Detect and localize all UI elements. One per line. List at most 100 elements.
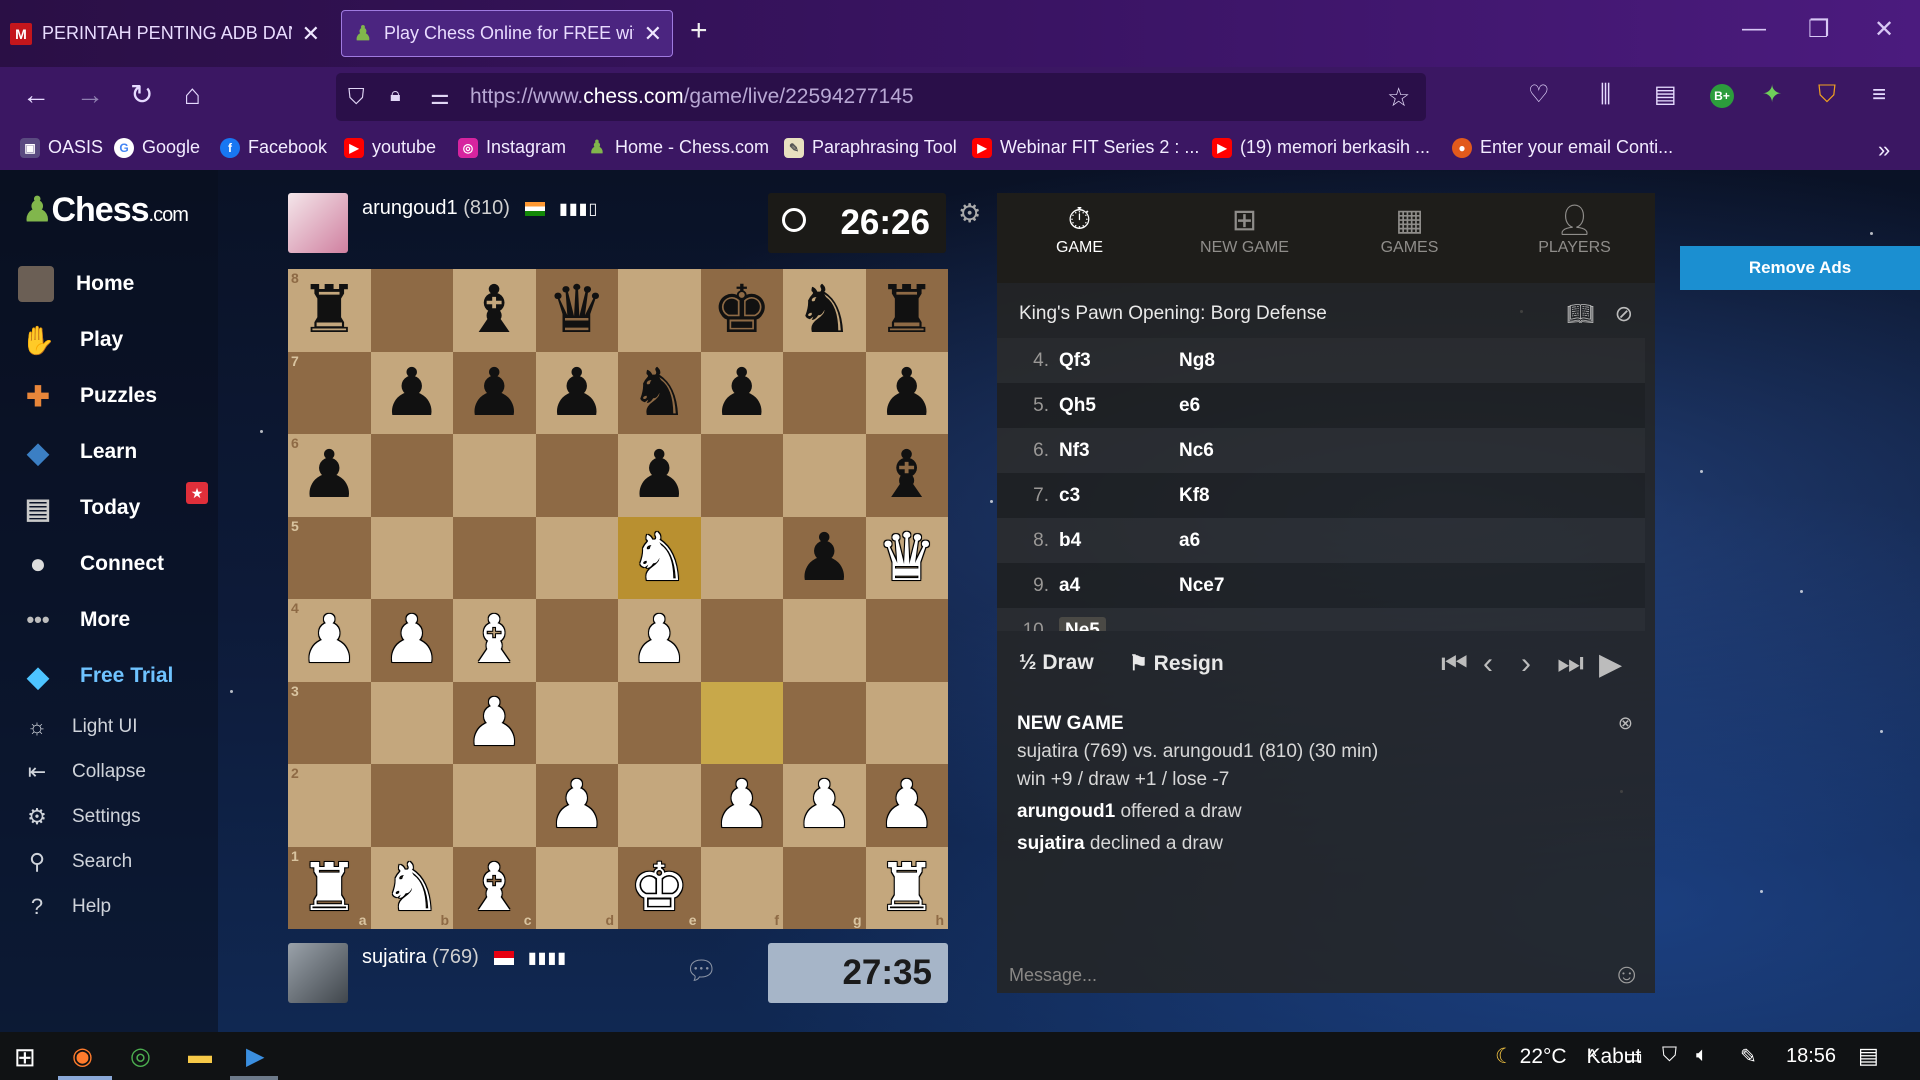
square-c8[interactable]: ♝ xyxy=(453,269,536,352)
url-text[interactable]: https://www.chess.com/game/live/22594277… xyxy=(470,85,914,109)
menu-icon[interactable]: ≡ xyxy=(1872,80,1886,110)
black-pawn-icon[interactable]: ♟ xyxy=(795,524,854,591)
square-g1[interactable]: g xyxy=(783,846,866,929)
square-b6[interactable] xyxy=(370,434,453,517)
square-e7[interactable]: ♞ xyxy=(618,351,701,434)
sidebar-item-puzzles[interactable]: ✚ Puzzles xyxy=(18,378,157,414)
white-pawn-icon[interactable]: ♟ xyxy=(382,607,441,673)
black-pawn-icon[interactable]: ♟ xyxy=(547,359,606,426)
black-rook-icon[interactable]: ♜ xyxy=(877,277,936,343)
square-f7[interactable]: ♟ xyxy=(700,351,783,434)
log-username[interactable]: sujatira xyxy=(1017,833,1085,854)
network-icon[interactable]: ▭ xyxy=(1624,1044,1643,1069)
black-move[interactable]: Nc6 xyxy=(1179,440,1299,462)
white-pawn-icon[interactable]: ♟ xyxy=(630,607,689,673)
square-c2[interactable] xyxy=(453,764,536,847)
square-d3[interactable] xyxy=(535,681,618,764)
square-h1[interactable]: h ♜ xyxy=(865,846,948,929)
square-b5[interactable] xyxy=(370,516,453,599)
volume-icon[interactable]: 🔈︎ xyxy=(1696,1044,1708,1067)
square-d7[interactable]: ♟ xyxy=(535,351,618,434)
sidebar-item-learn[interactable]: ◆ Learn xyxy=(18,434,137,470)
square-g4[interactable] xyxy=(783,599,866,682)
chrome-taskbar-icon[interactable]: ◎ xyxy=(130,1042,151,1071)
white-rook-icon[interactable]: ♜ xyxy=(300,854,359,921)
white-pawn-icon[interactable]: ♟ xyxy=(795,772,854,838)
black-move[interactable]: Kf8 xyxy=(1179,485,1299,507)
bookmark-webinar[interactable]: ▶ Webinar FIT Series 2 : ... xyxy=(972,137,1199,158)
sidebar-item-play[interactable]: ✋ Play xyxy=(18,322,124,358)
avatar[interactable] xyxy=(288,943,348,1003)
square-g2[interactable]: ♟ xyxy=(783,764,866,847)
white-move[interactable]: Qf3 xyxy=(1059,350,1179,372)
white-queen-icon[interactable]: ♛ xyxy=(877,524,936,591)
back-icon[interactable]: ← xyxy=(22,80,50,110)
sidebar-light-ui[interactable]: ☼ Light UI xyxy=(22,714,138,740)
square-a7[interactable]: 7 xyxy=(288,351,371,434)
sidebar-item-home[interactable]: Home xyxy=(18,266,134,302)
play-icon[interactable]: ▶ xyxy=(1599,647,1622,682)
firefox-taskbar-icon[interactable]: ◉ xyxy=(72,1042,93,1071)
square-g8[interactable]: ♞ xyxy=(783,269,866,352)
square-g6[interactable] xyxy=(783,434,866,517)
white-pawn-icon[interactable]: ♟ xyxy=(300,607,359,673)
reader-view-icon[interactable]: ▤ xyxy=(1654,80,1677,110)
black-queen-icon[interactable]: ♛ xyxy=(547,277,606,343)
sidebar-item-more[interactable]: ••• More xyxy=(18,602,130,638)
opening-name[interactable]: King's Pawn Opening: Borg Defense xyxy=(1019,303,1327,325)
black-move[interactable]: a6 xyxy=(1179,530,1299,552)
square-d5[interactable] xyxy=(535,516,618,599)
emoji-icon[interactable]: ☺ xyxy=(1612,958,1641,990)
bottom-player-info[interactable]: sujatira (769) ▮▮▮▮ xyxy=(362,946,567,969)
chevron-up-icon[interactable]: ^ xyxy=(1588,1046,1596,1067)
tab-games[interactable]: ▦ GAMES xyxy=(1327,193,1492,283)
square-c1[interactable]: c ♝ xyxy=(453,846,536,929)
tab-players[interactable]: 👤︎ PLAYERS xyxy=(1492,193,1657,283)
square-f5[interactable] xyxy=(700,516,783,599)
square-a5[interactable]: 5 xyxy=(288,516,371,599)
chess-board[interactable]: 8 ♜ ♝ ♛ ♚ ♞ ♜ 7 ♟ ♟ ♟ ♞ ♟ ♟ 6 ♟ ♟ ♝ 5 ♞ ♟ ♛ 4 ♟ ♟ ♝ ♟ 3 ♟ 2 ♟ ♟ ♟ ♟ 1 a ♜ b ♞ c… xyxy=(288,269,948,929)
square-e5[interactable]: ♞ xyxy=(618,516,701,599)
square-h7[interactable]: ♟ xyxy=(865,351,948,434)
white-pawn-icon[interactable]: ♟ xyxy=(547,772,606,838)
profile-badge-icon[interactable]: B+ xyxy=(1710,84,1734,108)
square-d4[interactable] xyxy=(535,599,618,682)
square-a1[interactable]: 1 a ♜ xyxy=(288,846,371,929)
top-player-info[interactable]: arungoud1 (810) ▮▮▮▯ xyxy=(362,197,598,220)
white-king-icon[interactable]: ♚ xyxy=(630,854,689,921)
extension-icon[interactable]: ✦ xyxy=(1762,80,1782,110)
white-bishop-icon[interactable]: ♝ xyxy=(465,607,524,673)
previous-move-icon[interactable]: ‹ xyxy=(1483,647,1493,681)
next-move-icon[interactable]: › xyxy=(1521,647,1531,681)
library-icon[interactable]: ⫼ xyxy=(1600,80,1611,110)
black-move[interactable]: Ng8 xyxy=(1179,350,1299,372)
square-e4[interactable]: ♟ xyxy=(618,599,701,682)
square-d1[interactable]: d xyxy=(535,846,618,929)
bookmark-google[interactable]: G Google xyxy=(114,137,200,158)
black-knight-icon[interactable]: ♞ xyxy=(630,359,689,426)
sidebar-item-connect[interactable]: ● Connect xyxy=(18,546,164,582)
square-a3[interactable]: 3 xyxy=(288,681,371,764)
white-knight-icon[interactable]: ♞ xyxy=(382,854,441,921)
chess-logo[interactable]: ♟Chess.com xyxy=(22,190,189,230)
square-d8[interactable]: ♛ xyxy=(535,269,618,352)
draw-button[interactable]: ½ Draw xyxy=(1019,651,1094,675)
square-e8[interactable] xyxy=(618,269,701,352)
pocket-icon[interactable]: ♡ xyxy=(1528,80,1550,110)
browser-tab-chess[interactable]: ♟ Play Chess Online for FREE with ✕ xyxy=(341,10,673,57)
bookmark-instagram[interactable]: ◎ Instagram xyxy=(458,137,566,158)
square-a2[interactable]: 2 xyxy=(288,764,371,847)
white-move[interactable]: Ne5 xyxy=(1059,616,1106,631)
black-pawn-icon[interactable]: ♟ xyxy=(300,442,359,508)
avatar[interactable] xyxy=(288,193,348,253)
square-b2[interactable] xyxy=(370,764,453,847)
shield-extension-icon[interactable]: ⛉ xyxy=(1818,80,1836,110)
close-tab-icon[interactable]: ✕ xyxy=(302,21,320,47)
sidebar-search[interactable]: ⚲ Search xyxy=(22,849,132,875)
sidebar-collapse[interactable]: ⇤ Collapse xyxy=(22,759,146,785)
square-f4[interactable] xyxy=(700,599,783,682)
resign-button[interactable]: ⚑ Resign xyxy=(1129,651,1224,676)
square-c3[interactable]: ♟ xyxy=(453,681,536,764)
black-pawn-icon[interactable]: ♟ xyxy=(877,359,936,426)
last-move-icon[interactable]: ⏭ xyxy=(1557,647,1584,681)
